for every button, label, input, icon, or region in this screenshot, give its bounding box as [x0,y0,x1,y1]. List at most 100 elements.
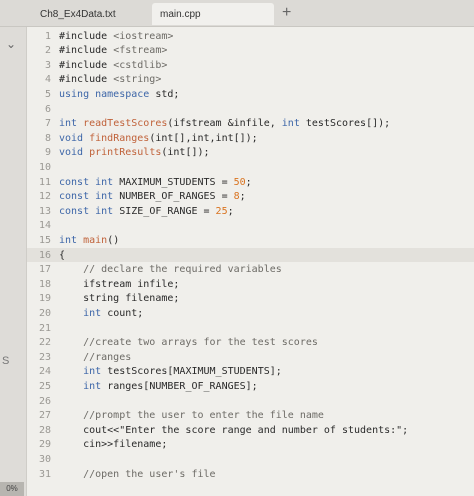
code-line[interactable]: 17 // declare the required variables [27,263,474,277]
code-line[interactable]: 30 [27,452,474,466]
code-line[interactable]: 20 int count; [27,306,474,320]
code-token: int [83,307,108,319]
code-token: int [59,234,84,246]
new-tab-button[interactable]: + [282,4,291,22]
code-line[interactable]: 26 [27,394,474,408]
code-line[interactable]: 11 const int MAXIMUM_STUDENTS = 50; [27,175,474,189]
code-token: main [83,234,108,246]
tab-bar: Ch8_Ex4Data.txt main.cpp + [0,0,474,27]
code-token: 50 [233,176,246,188]
line-number: 26 [38,395,51,407]
code-editor[interactable]: 1 #include <iostream> 2 #include <fstream> 3… [27,27,474,496]
line-number: 14 [38,220,51,232]
code-token: ; [227,205,234,217]
line-number: 8 [44,132,51,144]
code-token: #include [59,74,114,86]
code-line[interactable]: 3 #include <cstdlib> [27,58,474,72]
code-token: SIZE_OF_RANGE = [119,205,216,217]
code-token: std; [155,88,180,100]
code-token: 25 [215,205,228,217]
code-line[interactable]: 22 //create two arrays for the test scor… [27,336,474,350]
code-line[interactable]: 5 using namespace std; [27,87,474,101]
code-token: cout<<"Enter the score range and number … [59,424,409,436]
code-token: NUMBER_OF_RANGES = [119,191,234,203]
code-token: () [107,234,120,246]
code-token: #include [59,45,114,57]
code-line[interactable]: 19 string filename; [27,292,474,306]
line-number: 31 [38,468,51,480]
code-line[interactable]: 28 cout<<"Enter the score range and numb… [27,423,474,437]
code-token: <iostream> [113,30,174,42]
line-number: 17 [38,264,51,276]
line-number: 24 [38,366,51,378]
code-token: int [59,118,84,130]
code-token: printResults [89,147,162,159]
code-token: { [59,249,66,261]
code-token: int [95,205,120,217]
line-number: 20 [38,307,51,319]
line-number: 12 [38,191,51,203]
line-number: 29 [38,439,51,451]
chevron-down-icon[interactable]: ⌄ [6,37,16,51]
code-token: cin>>filename; [59,439,168,451]
line-number: 15 [38,234,51,246]
code-token: //ranges [59,351,132,363]
code-token: const [59,176,96,188]
code-token: count; [107,307,144,319]
line-number: 23 [38,351,51,363]
code-line[interactable]: 7 int readTestScores (ifstream &infile, in… [27,117,474,131]
code-token: void [59,132,90,144]
code-line[interactable]: 23 //ranges [27,350,474,364]
code-token: #include [59,59,114,71]
line-number: 6 [44,103,51,115]
line-number: 19 [38,293,51,305]
tab-ch8-ex4data[interactable]: Ch8_Ex4Data.txt [32,3,148,25]
code-token: testScores[MAXIMUM_STUDENTS]; [107,366,282,378]
code-line[interactable]: 16 { [27,248,474,262]
code-token: int [95,191,120,203]
code-line[interactable]: 2 #include <fstream> [27,44,474,58]
code-line[interactable]: 10 [27,160,474,174]
code-line[interactable]: 25 int ranges[NUMBER_OF_RANGES]; [27,379,474,393]
zoom-indicator: 0% [0,482,24,496]
code-token: ; [245,176,252,188]
code-line[interactable]: 15 int main() [27,233,474,247]
code-line[interactable]: 27 //prompt the user to enter the file n… [27,409,474,423]
code-token: ; [239,191,246,203]
tab-main-cpp[interactable]: main.cpp [152,3,274,25]
code-token: testScores[]); [305,118,391,130]
code-line[interactable]: 9 void printResults (int[]); [27,146,474,160]
code-token: const [59,205,96,217]
code-line[interactable]: 31 //open the user's file [27,467,474,481]
code-token: //prompt the user to enter the file name [59,410,324,422]
code-token: readTestScores [83,118,168,130]
line-number: 2 [44,45,51,57]
code-line[interactable]: 21 [27,321,474,335]
code-token: (int[]); [161,147,210,159]
line-number: 16 [38,249,51,261]
code-line[interactable]: 14 [27,219,474,233]
code-token: int [281,118,306,130]
code-line[interactable]: 1 #include <iostream> [27,29,474,43]
code-token: // declare the required variables [59,264,282,276]
code-line[interactable]: 12 const int NUMBER_OF_RANGES = 8; [27,190,474,204]
code-token: ifstream infile; [59,278,180,290]
code-line[interactable]: 8 void findRanges (int[],int,int[]); [27,131,474,145]
line-number: 28 [38,424,51,436]
code-token: <string> [113,74,162,86]
code-line[interactable]: 13 const int SIZE_OF_RANGE = 25; [27,204,474,218]
line-number: 10 [38,161,51,173]
code-line[interactable]: 6 [27,102,474,116]
code-line[interactable]: 24 int testScores[MAXIMUM_STUDENTS]; [27,365,474,379]
left-sidebar: ⌄ S [0,27,27,496]
code-token: //open the user's file [59,468,216,480]
code-token: void [59,147,90,159]
code-token: using namespace [59,88,156,100]
code-line[interactable]: 18 ifstream infile; [27,277,474,291]
code-token: int [83,366,108,378]
code-line[interactable]: 4 #include <string> [27,73,474,87]
line-number: 4 [44,74,51,86]
code-token: ranges[NUMBER_OF_RANGES]; [107,380,258,392]
code-line[interactable]: 29 cin>>filename; [27,438,474,452]
